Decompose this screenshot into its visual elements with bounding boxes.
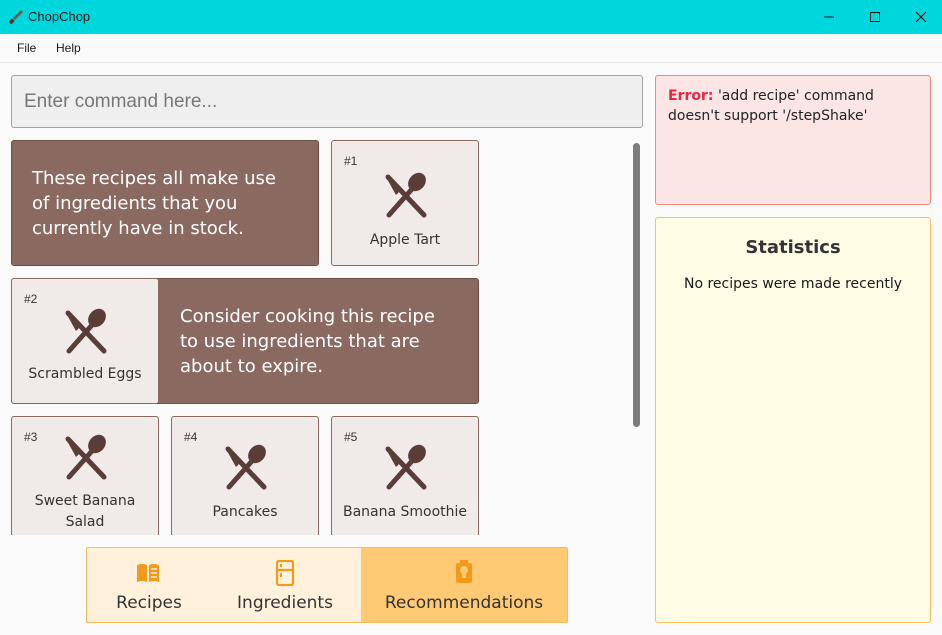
recipe-card[interactable]: #5 Banana Smoothie	[331, 416, 479, 535]
utensils-icon	[225, 444, 267, 490]
book-icon	[137, 564, 159, 582]
knife-icon	[8, 10, 23, 25]
close-icon	[915, 11, 927, 23]
tab-bar: Recipes Ingredients Recommendations	[86, 547, 568, 623]
menu-help[interactable]: Help	[56, 41, 81, 55]
utensils-icon	[385, 172, 427, 218]
tab-label: Ingredients	[237, 593, 333, 613]
recipe-card[interactable]: #3 Sweet Banana Salad	[11, 416, 159, 535]
expiring-message-text: Consider cooking this recipe to use ingr…	[180, 305, 435, 377]
command-input[interactable]	[11, 75, 643, 128]
recipe-card[interactable]: #1 Apple Tart	[331, 140, 479, 266]
fridge-icon	[275, 560, 295, 586]
error-label: Error:	[668, 88, 714, 104]
recipe-index: #2	[24, 292, 38, 306]
menu-file[interactable]: File	[17, 41, 36, 55]
tab-recommendations[interactable]: Recommendations	[361, 548, 567, 622]
recipe-index: #3	[24, 430, 38, 444]
recipe-name: Sweet Banana Salad	[34, 493, 136, 530]
title-bar: ChopChop	[0, 0, 942, 34]
utensils-icon	[385, 444, 427, 490]
recipe-name: Apple Tart	[369, 232, 441, 248]
statistics-empty-text: No recipes were made recently	[683, 276, 903, 292]
tab-ingredients[interactable]: Ingredients	[211, 548, 359, 622]
list-scrollbar[interactable]	[633, 143, 640, 427]
maximize-icon	[870, 12, 880, 22]
error-panel: Error: 'add recipe' command doesn't supp…	[655, 75, 931, 205]
statistics-panel: Statistics No recipes were made recently	[655, 217, 931, 623]
minimize-icon	[824, 16, 834, 18]
in-stock-message-text: These recipes all make use of ingredient…	[32, 167, 276, 239]
menu-bar: File Help	[0, 34, 942, 63]
recipe-name: Scrambled Eggs	[28, 366, 142, 382]
recipe-name: Banana Smoothie	[342, 504, 468, 520]
recipe-list: These recipes all make use of ingredient…	[0, 136, 645, 535]
close-button[interactable]	[898, 0, 942, 34]
tab-label: Recipes	[116, 593, 182, 613]
maximize-button[interactable]	[852, 0, 898, 34]
recipe-name: Pancakes	[212, 504, 278, 520]
window-title: ChopChop	[28, 9, 91, 24]
in-stock-message: These recipes all make use of ingredient…	[11, 140, 319, 266]
statistics-title: Statistics	[745, 237, 841, 258]
tab-label: Recommendations	[384, 593, 544, 613]
lightbulb-icon	[456, 560, 472, 583]
recipe-index: #5	[344, 430, 358, 444]
minimize-button[interactable]	[806, 0, 852, 34]
recipe-index: #1	[344, 154, 358, 168]
recipe-index: #4	[184, 430, 198, 444]
recipe-card[interactable]: #4 Pancakes	[171, 416, 319, 535]
tab-recipes[interactable]: Recipes	[87, 548, 211, 622]
recipe-card[interactable]: #2 Scrambled Eggs	[11, 278, 159, 404]
utensils-icon	[65, 308, 107, 354]
utensils-icon	[65, 434, 107, 480]
